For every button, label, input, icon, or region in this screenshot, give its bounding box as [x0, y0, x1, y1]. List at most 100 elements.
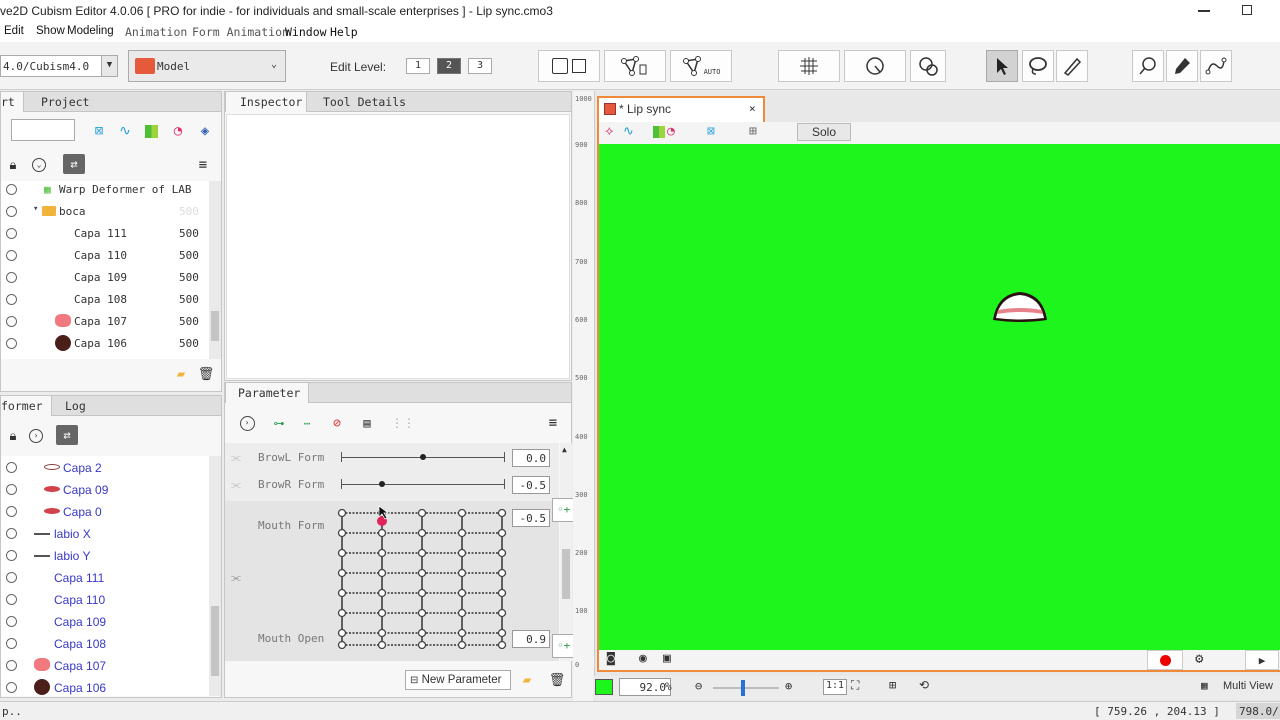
parameter-slider-track[interactable]	[341, 484, 505, 485]
warp-view-icon[interactable]: ⊠	[707, 124, 715, 139]
trash-icon[interactable]: 🗑︎	[196, 364, 216, 384]
slider-knob[interactable]	[379, 481, 385, 487]
glue-pin-button[interactable]	[1132, 50, 1164, 82]
fit-icon[interactable]: ⛶	[851, 678, 859, 693]
parameter-value-field[interactable]: 0.0	[512, 449, 550, 467]
eye-toggle-icon[interactable]	[6, 638, 17, 649]
expand-circle-icon[interactable]: ›	[26, 426, 46, 446]
rotation-view-icon[interactable]: ◔	[667, 124, 675, 139]
new-folder-icon[interactable]: ▰	[517, 670, 537, 690]
list-item[interactable]: Capa 107 500	[1, 311, 211, 333]
eye-toggle-icon[interactable]	[6, 594, 17, 605]
tab-inspector[interactable]: Inspector	[225, 92, 307, 112]
art-view-icon[interactable]	[653, 126, 665, 138]
chevron-up-icon[interactable]: ▲	[562, 445, 567, 454]
list-item[interactable]: Capa 111 500	[1, 223, 211, 245]
menu-animation[interactable]: Animation	[125, 25, 187, 39]
trash-icon[interactable]: 🗑︎	[547, 670, 567, 690]
parameter-value-field[interactable]: -0.5	[512, 476, 550, 494]
expand-circle-icon[interactable]: ›	[237, 413, 257, 433]
eye-toggle-icon[interactable]	[6, 228, 17, 239]
zoom-slider-thumb[interactable]	[741, 680, 745, 696]
eye-toggle-icon[interactable]	[6, 206, 17, 217]
chevron-down-icon[interactable]: ▼	[101, 56, 117, 76]
list-item[interactable]: labio Y	[1, 545, 209, 567]
group-icon[interactable]: ⋮⋮	[391, 413, 415, 433]
zoom-out-icon[interactable]: ⊖	[695, 679, 702, 693]
eye-toggle-icon[interactable]	[6, 484, 17, 495]
zoom-input[interactable]: 92.0	[619, 678, 671, 696]
list-item[interactable]: Capa 106 500	[1, 333, 211, 355]
model-canvas[interactable]	[597, 144, 1280, 650]
eye-toggle-icon[interactable]	[6, 682, 17, 693]
menu-modeling[interactable]: Modeling	[67, 25, 114, 37]
eye-icon[interactable]: ◉	[639, 651, 647, 666]
tab-log[interactable]: Log	[57, 396, 94, 416]
eye-toggle-icon[interactable]	[6, 294, 17, 305]
list-item[interactable]: Capa 09	[1, 479, 209, 501]
pin-filter-icon[interactable]: ◈	[195, 121, 215, 141]
list-item[interactable]: Capa 2	[1, 457, 209, 479]
deformer-view-icon[interactable]: ⟡	[605, 124, 614, 139]
restore-icon[interactable]	[1242, 5, 1252, 15]
background-color-swatch[interactable]	[595, 679, 613, 695]
search-input[interactable]	[11, 119, 75, 141]
curve-tool-button[interactable]	[1200, 50, 1232, 82]
eye-toggle-icon[interactable]	[6, 506, 17, 517]
list-item[interactable]: Capa 0	[1, 501, 209, 523]
eye-toggle-icon[interactable]	[6, 272, 17, 283]
record-button[interactable]	[1147, 650, 1183, 670]
art-filter-icon[interactable]	[141, 121, 161, 141]
list-item[interactable]: ▾ boca 500	[1, 201, 211, 223]
scrollbar-thumb[interactable]	[211, 606, 219, 676]
eye-toggle-icon[interactable]	[6, 550, 17, 561]
list-item[interactable]: Capa 107	[1, 655, 209, 677]
curve-view-icon[interactable]: ∿	[623, 124, 634, 139]
menu-form-animation[interactable]: Form Animation	[192, 25, 289, 39]
tab-tool-details[interactable]: Tool Details	[315, 92, 414, 112]
chevron-down-icon[interactable]: ▾	[33, 204, 38, 214]
person-tool-button[interactable]	[538, 50, 600, 82]
snapshot-icon[interactable]: ▣	[663, 651, 671, 666]
mode-combo[interactable]: Model ⌄	[128, 50, 286, 82]
edit-level-2-button[interactable]: 2	[437, 58, 461, 74]
solo-button[interactable]: Solo	[797, 123, 851, 141]
eye-toggle-icon[interactable]	[6, 250, 17, 261]
menu-icon[interactable]: ≡	[543, 413, 563, 433]
list-item[interactable]: Capa 111	[1, 567, 209, 589]
list-item[interactable]: Capa 106	[1, 677, 209, 699]
parameter-table-icon[interactable]: ▤	[355, 413, 379, 433]
list-item[interactable]: Capa 108	[1, 633, 209, 655]
list-item[interactable]: Capa 110	[1, 589, 209, 611]
list-item[interactable]: ▦ Warp Deformer of LAB	[1, 179, 211, 201]
rotation-filter-icon[interactable]: ◔	[168, 121, 188, 141]
auto-mesh-button[interactable]: AUTO	[670, 50, 732, 82]
swap-icon[interactable]: ⇄	[63, 154, 85, 174]
lock-icon[interactable]: 🔒︎	[3, 155, 23, 175]
menu-icon[interactable]: ≡	[193, 155, 213, 175]
edit-level-1-button[interactable]: 1	[406, 58, 430, 74]
add-keys-icon[interactable]: ⋯	[295, 413, 319, 433]
camera-icon[interactable]: ◙	[607, 651, 615, 666]
arrow-tool-button[interactable]	[986, 50, 1018, 82]
tab-lip-sync[interactable]: * Lip sync ×	[597, 96, 765, 122]
eye-toggle-icon[interactable]	[6, 572, 17, 583]
list-item[interactable]: Capa 109 500	[1, 267, 211, 289]
zoom-slider-track[interactable]	[713, 687, 779, 689]
parameter-scrollbar[interactable]: ▲	[560, 443, 572, 661]
eye-toggle-icon[interactable]	[6, 462, 17, 473]
tab-parts[interactable]: rt	[0, 92, 24, 112]
rotation-deformer-button[interactable]	[844, 50, 906, 82]
zoom-in-icon[interactable]: ⊕	[785, 679, 792, 693]
menu-window[interactable]: Window	[285, 25, 327, 39]
deformer-tool-button[interactable]	[604, 50, 666, 82]
frame-icon[interactable]: ⊞	[889, 678, 896, 692]
gear-icon[interactable]: ⚙	[1195, 651, 1203, 667]
multi-view-icon[interactable]: ▦	[1201, 679, 1208, 692]
menu-show[interactable]: Show	[36, 25, 65, 37]
lasso-tool-button[interactable]	[1022, 50, 1054, 82]
list-item[interactable]: Capa 109	[1, 611, 209, 633]
eye-toggle-icon[interactable]	[6, 316, 17, 327]
tab-deformer[interactable]: former	[0, 396, 52, 416]
menu-help[interactable]: Help	[330, 25, 358, 39]
